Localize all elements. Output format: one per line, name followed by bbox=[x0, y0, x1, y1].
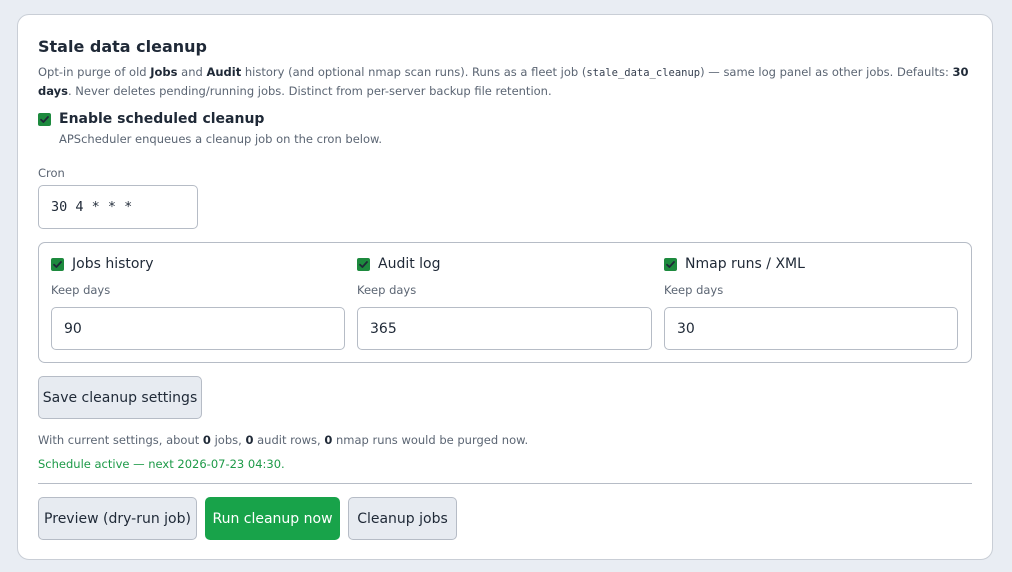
check-icon bbox=[40, 115, 49, 123]
summary-jobs-count: 0 bbox=[202, 433, 211, 447]
audit-keep-days-input[interactable]: 365 bbox=[357, 307, 652, 350]
cron-label: Cron bbox=[38, 166, 65, 180]
desc-text: history (and optional nmap scan runs). R… bbox=[241, 65, 587, 79]
run-cleanup-now-button[interactable]: Run cleanup now bbox=[205, 497, 340, 540]
panel-description: Opt-in purge of old Jobs and Audit histo… bbox=[38, 63, 973, 100]
enable-scheduled-cleanup-checkbox[interactable] bbox=[38, 112, 51, 126]
target-audit-log-row[interactable]: Audit log bbox=[357, 256, 441, 272]
preview-dry-run-button[interactable]: Preview (dry-run job) bbox=[38, 497, 197, 540]
schedule-hint: APScheduler enqueues a cleanup job on th… bbox=[59, 132, 383, 146]
nmap-keep-days-label: Keep days bbox=[664, 283, 724, 297]
desc-jobs-bold: Jobs bbox=[150, 65, 178, 79]
desc-text: Opt-in purge of old bbox=[38, 65, 151, 79]
summary-text: jobs, bbox=[210, 433, 246, 447]
nmap-runs-checkbox[interactable] bbox=[664, 257, 677, 271]
cleanup-jobs-button[interactable]: Cleanup jobs bbox=[348, 497, 457, 540]
desc-text: . Never deletes pending/running jobs. Di… bbox=[67, 84, 552, 98]
target-jobs-history-row[interactable]: Jobs history bbox=[51, 256, 153, 272]
check-icon bbox=[359, 260, 368, 268]
audit-log-label: Audit log bbox=[378, 256, 441, 272]
panel-title: Stale data cleanup bbox=[38, 37, 207, 56]
jobs-history-label: Jobs history bbox=[72, 256, 154, 272]
enable-scheduled-cleanup-row[interactable]: Enable scheduled cleanup bbox=[38, 111, 264, 127]
desc-text: ) — same log panel as other jobs. Defaul… bbox=[700, 65, 953, 79]
jobs-keep-days-label: Keep days bbox=[51, 283, 111, 297]
summary-text: With current settings, about bbox=[38, 433, 203, 447]
check-icon bbox=[666, 260, 675, 268]
save-cleanup-settings-button[interactable]: Save cleanup settings bbox=[38, 376, 202, 419]
cron-input[interactable]: 30 4 * * * bbox=[38, 185, 198, 229]
nmap-runs-label: Nmap runs / XML bbox=[685, 256, 805, 272]
check-icon bbox=[53, 260, 62, 268]
desc-job-code: stale_data_cleanup bbox=[586, 67, 701, 79]
stale-data-cleanup-panel: Stale data cleanup Opt-in purge of old J… bbox=[17, 14, 993, 560]
audit-log-checkbox[interactable] bbox=[357, 257, 370, 271]
divider bbox=[38, 483, 972, 484]
schedule-status: Schedule active — next 2026-07-23 04:30. bbox=[38, 457, 285, 471]
audit-keep-days-label: Keep days bbox=[357, 283, 417, 297]
enable-scheduled-cleanup-label: Enable scheduled cleanup bbox=[59, 111, 265, 127]
desc-audit-bold: Audit bbox=[206, 65, 242, 79]
summary-text: nmap runs would be purged now. bbox=[332, 433, 529, 447]
desc-text: and bbox=[177, 65, 207, 79]
target-nmap-runs-row[interactable]: Nmap runs / XML bbox=[664, 256, 805, 272]
jobs-history-checkbox[interactable] bbox=[51, 257, 64, 271]
summary-text: audit rows, bbox=[253, 433, 325, 447]
purge-summary: With current settings, about 0 jobs, 0 a… bbox=[38, 433, 528, 447]
nmap-keep-days-input[interactable]: 30 bbox=[664, 307, 958, 350]
jobs-keep-days-input[interactable]: 90 bbox=[51, 307, 345, 350]
